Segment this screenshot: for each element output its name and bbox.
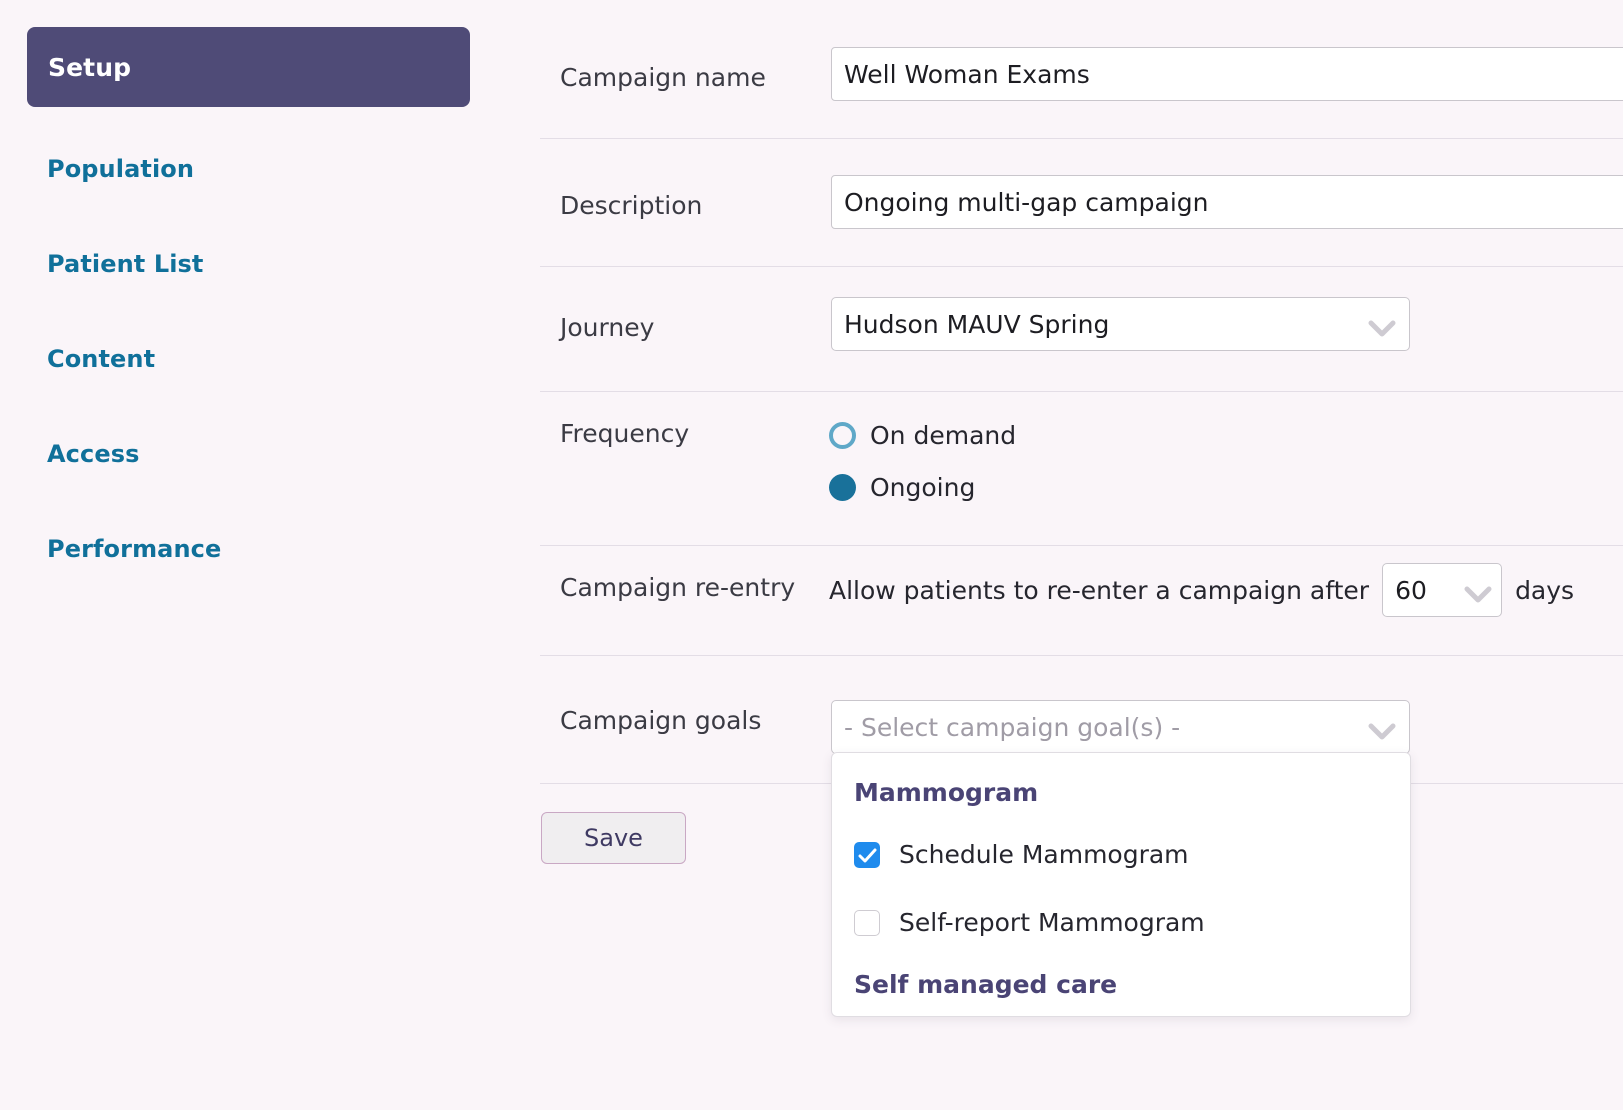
campaign-reentry-days-select[interactable]: 60	[1382, 563, 1503, 617]
dropdown-spacer	[832, 957, 1410, 971]
setup-form: Campaign name Well Woman Exams Descripti…	[510, 0, 1623, 1110]
sidebar-item-population[interactable]: Population	[0, 121, 510, 216]
frequency-option-label-on-demand: On demand	[870, 420, 1017, 450]
divider-1	[540, 138, 1623, 139]
campaign-goals-label: Campaign goals	[560, 706, 762, 735]
campaign-goals-dropdown-panel: Mammogram Schedule Mammogram Self-report…	[831, 752, 1411, 1017]
dropdown-spacer	[832, 807, 1410, 821]
checkbox-checked-icon[interactable]	[854, 841, 880, 868]
sidebar-item-setup[interactable]: Setup	[27, 27, 470, 107]
sidebar-item-label-content: Content	[47, 344, 156, 373]
dropdown-group-header-self-managed-care: Self managed care	[854, 969, 1118, 999]
frequency-option-on-demand[interactable]: On demand	[829, 409, 1016, 461]
dropdown-option-schedule-mammogram[interactable]: Schedule Mammogram	[832, 821, 1410, 889]
dropdown-group-header-mammogram: Mammogram	[854, 778, 1039, 807]
divider-4	[540, 545, 1623, 546]
campaign-goals-select[interactable]: - Select campaign goal(s) -	[831, 700, 1410, 754]
description-input[interactable]: Ongoing multi-gap campaign	[831, 175, 1623, 229]
journey-select-value: Hudson MAUV Spring	[844, 309, 1110, 339]
frequency-radio-group: On demand Ongoing	[829, 409, 1016, 513]
radio-checked-icon	[829, 473, 856, 501]
campaign-reentry-prefix-text: Allow patients to re-enter a campaign af…	[829, 575, 1370, 605]
sidebar-item-label-access: Access	[47, 439, 140, 468]
frequency-option-ongoing[interactable]: Ongoing	[829, 461, 1016, 513]
sidebar-item-content[interactable]: Content	[0, 311, 510, 406]
divider-2	[540, 266, 1623, 267]
divider-3	[540, 391, 1623, 392]
sidebar-item-access[interactable]: Access	[0, 406, 510, 501]
checkbox-unchecked-icon[interactable]	[854, 909, 880, 936]
sidebar-item-label-population: Population	[47, 154, 195, 183]
campaign-reentry-label: Campaign re-entry	[560, 573, 796, 602]
journey-select[interactable]: Hudson MAUV Spring	[831, 297, 1410, 351]
sidebar-item-label-setup: Setup	[48, 52, 132, 82]
sidebar-item-performance[interactable]: Performance	[0, 501, 510, 596]
chevron-down-icon	[1367, 718, 1397, 740]
campaign-goals-placeholder: - Select campaign goal(s) -	[844, 712, 1181, 742]
sidebar-item-label-patient-list: Patient List	[47, 249, 204, 278]
campaign-reentry-suffix-text: days	[1515, 575, 1575, 605]
chevron-down-icon	[1463, 581, 1493, 603]
sidebar-item-patient-list[interactable]: Patient List	[0, 216, 510, 311]
campaign-name-label: Campaign name	[560, 63, 766, 92]
campaign-name-input[interactable]: Well Woman Exams	[831, 47, 1623, 101]
frequency-label: Frequency	[560, 419, 690, 448]
save-button[interactable]: Save	[541, 812, 686, 864]
sidebar-nav: Setup Population Patient List Content Ac…	[0, 0, 510, 1110]
frequency-option-label-ongoing: Ongoing	[870, 472, 976, 502]
journey-label: Journey	[560, 313, 655, 342]
campaign-reentry-control: Allow patients to re-enter a campaign af…	[829, 563, 1574, 617]
dropdown-option-self-report-mammogram[interactable]: Self-report Mammogram	[832, 889, 1410, 957]
dropdown-option-label-schedule-mammogram: Schedule Mammogram	[899, 840, 1189, 869]
campaign-setup-page: Setup Population Patient List Content Ac…	[0, 0, 1623, 1110]
sidebar-item-label-performance: Performance	[47, 534, 222, 563]
description-label: Description	[560, 191, 703, 220]
dropdown-option-label-self-report-mammogram: Self-report Mammogram	[899, 908, 1205, 937]
divider-5	[540, 655, 1623, 656]
chevron-down-icon	[1367, 315, 1397, 337]
radio-unchecked-icon	[829, 421, 856, 449]
campaign-reentry-days-value: 60	[1395, 575, 1427, 605]
